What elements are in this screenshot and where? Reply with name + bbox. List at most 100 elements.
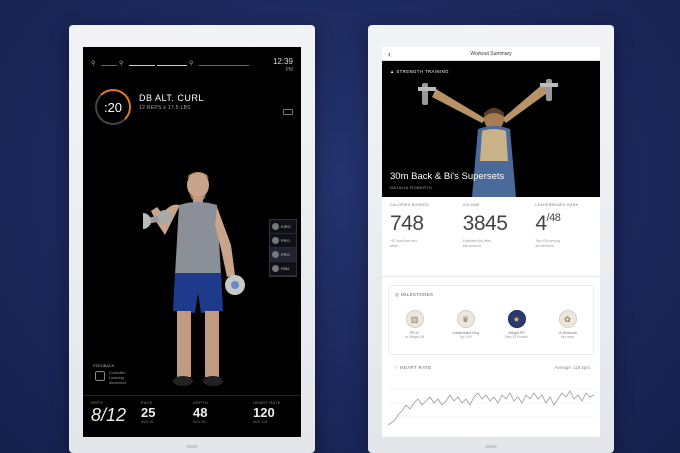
milestone-list: ▥ PR #1 on Weight Lift ♛ Leaderboard Kin… <box>389 310 593 339</box>
dumbbell-icon: ⚲ <box>119 61 124 67</box>
clock-time: 12:39 <box>272 57 293 66</box>
exercise-title: DB ALT. CURL <box>139 93 204 103</box>
stat-sub: AVG 26 <box>141 420 154 424</box>
progress-bar: ⚲ ⚲ ⚲ 12:39 PM <box>91 55 293 75</box>
rank-total: /48 <box>546 212 561 224</box>
rank-value: 4 <box>535 212 547 235</box>
leaderboard-row[interactable]: KIRO <box>270 220 296 234</box>
milestone-item[interactable]: ★ Weight PR New 25 Pounds <box>497 310 537 339</box>
progress-segment <box>199 65 249 66</box>
metric-calories: CALORIES BURNED 748 +57 kcal from last w… <box>382 197 455 276</box>
stat-value: 48 <box>193 405 208 420</box>
hero-image: ▲ STRENGTH TRAINING 30m Back & Bi's Supe… <box>382 61 600 197</box>
home-button[interactable] <box>485 445 497 448</box>
milestone-item[interactable]: ✿ 10 Workouts this week <box>548 310 588 339</box>
mirror-device-right: ‹ Workout Summary ▲ STRENGTH TRAINING 30… <box>368 25 614 453</box>
star-medal-icon: ★ <box>507 310 526 328</box>
avatar <box>272 237 279 244</box>
peloton-logo-icon: ▲ <box>390 69 395 74</box>
feedback-line: Movement <box>109 381 126 385</box>
milestone-sub: this week <box>560 335 575 339</box>
stat-depth: DEPTH 48 AVG 46 <box>193 400 208 424</box>
metric-value: 748 <box>390 212 424 235</box>
metric-value: 4/48 <box>535 212 592 236</box>
feedback-text: Controlled Lowering Movement <box>109 371 126 386</box>
battery-icon <box>283 109 293 115</box>
home-button[interactable] <box>186 445 198 448</box>
feedback-label: FEEDBACK <box>93 363 115 368</box>
trainer-name: NATALIA ROBERTS <box>390 185 433 190</box>
heart-rate-average: Average: 118 bpm <box>554 365 590 370</box>
clock-period: PM <box>285 67 294 73</box>
avatar <box>272 265 279 272</box>
leaderboard-row[interactable]: PRO <box>270 234 296 248</box>
milestone-item[interactable]: ▥ PR #1 on Weight Lift <box>395 310 435 339</box>
milestone-item[interactable]: ♛ Leaderboard King Top 10% <box>446 310 486 339</box>
leaderboard-name: KIRO <box>281 224 291 229</box>
heart-rate-card: ♡ HEART RATE Average: 118 bpm <box>388 361 594 433</box>
metric-rank: LEADERBOARD RANK 4/48 Top 10% among all … <box>527 197 600 276</box>
heart-icon: ♡ <box>394 365 399 370</box>
trainer-figure <box>143 172 245 386</box>
trophy-icon: ♛ <box>456 310 475 328</box>
metric-note: Estimated lbs lifted this workout <box>463 239 520 248</box>
milestones-card: ◎ MILESTONES ▥ PR #1 on Weight Lift ♛ Le… <box>388 285 594 355</box>
metric-note: Top 10% among all members <box>535 239 592 248</box>
summary-screen: ‹ Workout Summary ▲ STRENGTH TRAINING 30… <box>382 47 600 437</box>
dumbbell-icon: ⚲ <box>91 61 96 67</box>
exercise-detail: 12 REPS x 17.5 LBS <box>139 105 191 111</box>
stat-value: 120 <box>253 405 275 420</box>
rep-timer: :20 <box>95 89 131 125</box>
stat-sub: AVG 118 <box>253 420 268 424</box>
stats-bar: REPS 8/12 PACE 25 AVG 26 DEPTH 48 AVG 46… <box>83 395 301 437</box>
workout-title: 30m Back & Bi's Supersets <box>390 171 505 182</box>
mirror-device-left: ⚲ ⚲ ⚲ 12:39 PM :20 DB ALT. CURL 12 REPS … <box>69 25 315 453</box>
progress-segment <box>157 65 187 66</box>
heart-rate-chart <box>388 388 594 426</box>
bar-icon: ▥ <box>405 310 424 328</box>
avatar <box>272 223 279 230</box>
category-label: STRENGTH TRAINING <box>396 69 449 74</box>
note-line: all members <box>535 243 554 248</box>
stat-sub: AVG 46 <box>193 420 206 424</box>
leaderboard-row[interactable]: PAN <box>270 262 296 276</box>
metric-label: VOLUME <box>462 203 480 207</box>
milestones-label: MILESTONES <box>400 292 434 297</box>
metric-volume: VOLUME 3845 Estimated lbs lifted this wo… <box>455 197 528 276</box>
metric-note: +57 kcal from last week <box>390 239 447 248</box>
note-line: this workout <box>462 243 481 248</box>
leaderboard-row[interactable]: PRO <box>270 248 296 262</box>
heart-rate-label: HEART RATE <box>400 365 432 370</box>
leaderboard-name: PRO <box>281 252 290 257</box>
workout-category: ▲ STRENGTH TRAINING <box>390 69 449 74</box>
milestones-header: ◎ MILESTONES <box>395 292 433 298</box>
medal-icon: ◎ <box>395 292 400 297</box>
leaderboard-panel: KIRO PRO PRO PAN <box>269 219 297 277</box>
leaderboard-name: PAN <box>281 266 289 271</box>
progress-segment <box>129 65 155 66</box>
stat-reps: REPS 8/12 <box>91 400 126 426</box>
stat-value: 25 <box>141 405 156 420</box>
metrics-row: CALORIES BURNED 748 +57 kcal from last w… <box>382 197 600 277</box>
metric-value: 3845 <box>462 212 508 235</box>
stat-value: 8/12 <box>91 405 127 425</box>
dumbbell-icon: ⚲ <box>189 61 194 67</box>
ribbon-icon: ✿ <box>558 310 577 328</box>
feedback-icon <box>95 371 105 381</box>
milestone-sub: on Weight Lift <box>404 335 425 339</box>
workout-screen: ⚲ ⚲ ⚲ 12:39 PM :20 DB ALT. CURL 12 REPS … <box>83 47 301 437</box>
progress-segment <box>101 65 117 66</box>
stat-pace: PACE 25 AVG 26 <box>141 400 155 424</box>
nav-title: Workout Summary <box>470 51 512 57</box>
nav-bar: ‹ Workout Summary <box>382 47 600 61</box>
leaderboard-name: PRO <box>281 238 290 243</box>
milestone-sub: Top 10% <box>459 335 472 339</box>
metric-label: LEADERBOARD RANK <box>535 203 579 207</box>
note-line: week <box>390 243 398 248</box>
clock: 12:39 PM <box>273 57 293 75</box>
timer-value: :20 <box>103 99 123 115</box>
avatar <box>272 251 279 258</box>
stat-heart-rate: HEART RATE 120 AVG 118 <box>253 400 281 424</box>
metric-label: CALORIES BURNED <box>390 203 429 207</box>
milestone-sub: New 25 Pounds <box>505 335 528 339</box>
